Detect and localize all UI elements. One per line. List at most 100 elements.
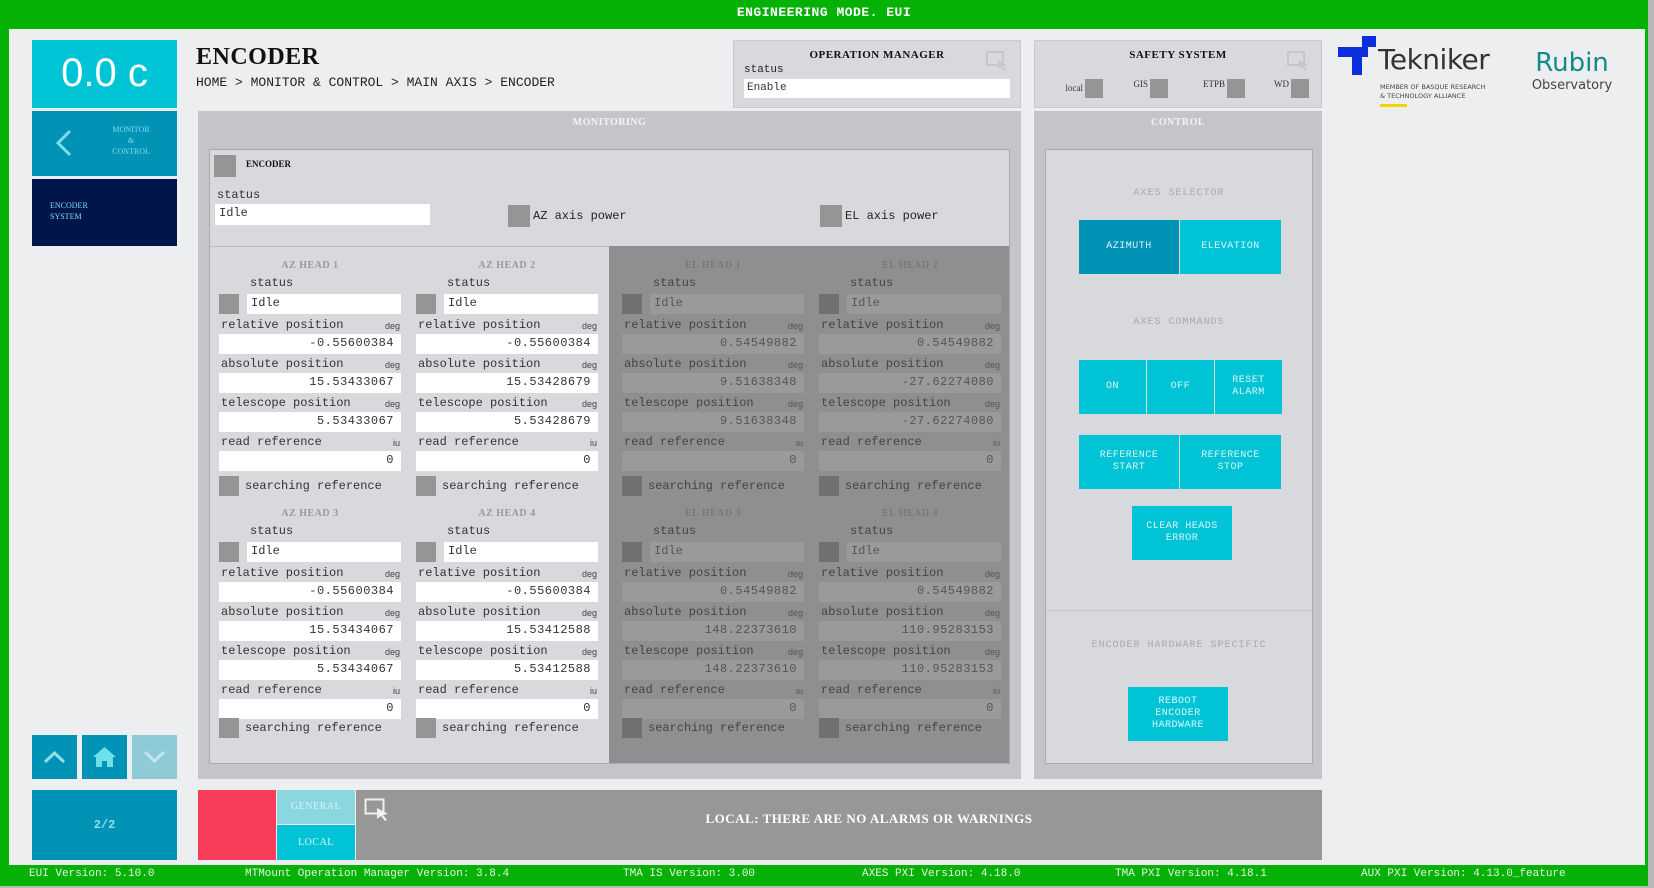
clear-heads-error-label-line: ERROR — [1165, 533, 1199, 544]
encoder-status-light — [214, 155, 236, 177]
reset-alarm-button[interactable]: RESET ALARM — [1215, 360, 1282, 414]
encoder-head-card: EL HEAD 3 status Idle relative position deg 0… — [622, 508, 804, 738]
reboot-encoder-hardware-button[interactable]: REBOOT ENCODER HARDWARE — [1128, 687, 1228, 741]
encoder-hardware-specific-label: ENCODER HARDWARE SPECIFIC — [1091, 640, 1267, 651]
alarm-tab-local[interactable]: LOCAL — [277, 825, 355, 860]
tekniker-wordmark: Tekniker — [1378, 43, 1490, 76]
head-field-value: 0 — [416, 451, 598, 471]
searching-reference-light — [622, 476, 642, 496]
reference-stop-label-line: REFERENCE — [1201, 450, 1260, 461]
head-field-label: absolute position — [821, 357, 944, 371]
home-button[interactable] — [82, 735, 127, 779]
reference-start-button[interactable]: REFERENCE START — [1079, 435, 1179, 489]
head-field-label: relative position — [624, 318, 747, 332]
head-field-value: 110.95283153 — [819, 660, 1001, 680]
head-status-value: Idle — [247, 542, 401, 562]
on-button[interactable]: ON — [1079, 360, 1146, 414]
axes-commands-label: AXES COMMANDS — [1133, 317, 1225, 328]
head-field-unit: deg — [984, 321, 1000, 331]
safety-system-title: SAFETY SYSTEM — [1129, 49, 1227, 61]
encoder-status-label: status — [217, 188, 261, 202]
off-button[interactable]: OFF — [1147, 360, 1214, 414]
head-field-value: -0.55600384 — [219, 582, 401, 602]
head-field-unit: deg — [984, 569, 1000, 579]
head-status-light — [219, 542, 239, 562]
encoder-head-card: AZ HEAD 1 status Idle relative position deg -… — [219, 260, 401, 496]
head-field-unit: deg — [787, 608, 803, 618]
temperature-display: 0.0 c — [32, 40, 177, 108]
head-field-unit: deg — [787, 399, 803, 409]
scroll-up-button[interactable] — [32, 735, 77, 779]
control-title: CONTROL — [1150, 117, 1206, 128]
searching-reference-light — [416, 718, 436, 738]
head-field-unit: deg — [787, 569, 803, 579]
safety-indicator-wd: WD — [1265, 79, 1309, 98]
head-field-unit: deg — [384, 321, 400, 331]
alarm-status-indicator[interactable] — [198, 790, 276, 860]
head-title: EL HEAD 3 — [684, 508, 742, 519]
opm-version: MTMount Operation Manager Version: 3.8.4 — [245, 868, 510, 880]
head-field-unit: deg — [581, 647, 597, 657]
head-field-unit: deg — [581, 360, 597, 370]
page-indicator-button[interactable]: 2/2 — [32, 790, 177, 860]
head-field-label: telescope position — [221, 644, 351, 658]
current-screen-encoder-system[interactable]: ENCODER SYSTEM — [32, 179, 177, 246]
tekniker-subtitle-line: MEMBER OF BASQUE RESEARCH — [1380, 83, 1486, 91]
axes-pxi-version: AXES PXI Version: 4.18.0 — [862, 868, 1021, 880]
scroll-down-button[interactable] — [132, 735, 177, 779]
head-field-label: telescope position — [624, 644, 754, 658]
back-to-monitor-control-button[interactable]: MONITOR & CONTROL — [32, 111, 177, 176]
reference-stop-button[interactable]: REFERENCE STOP — [1180, 435, 1281, 489]
alarm-tab-general[interactable]: GENERAL — [277, 790, 355, 824]
clear-heads-error-button[interactable]: CLEAR HEADS ERROR — [1132, 506, 1232, 560]
head-field-label: relative position — [418, 318, 541, 332]
rubin-observatory-logo: Rubin Observatory — [1517, 48, 1627, 108]
tma-pxi-version: TMA PXI Version: 4.18.1 — [1115, 868, 1267, 880]
azimuth-button[interactable]: AZIMUTH — [1079, 220, 1179, 274]
head-field-unit: deg — [384, 360, 400, 370]
operation-manager-panel: OPERATION MANAGER status Enable — [733, 40, 1021, 108]
alarm-message-area: LOCAL: THERE ARE NO ALARMS OR WARNINGS — [356, 790, 1322, 860]
head-field-value: 5.53434067 — [219, 660, 401, 680]
elevation-button[interactable]: ELEVATION — [1180, 220, 1281, 274]
head-field-value: -27.62274080 — [819, 412, 1001, 432]
head-status-label: status — [250, 276, 294, 290]
searching-reference-light — [219, 476, 239, 496]
head-field-unit: iu — [795, 686, 803, 696]
head-field-label: relative position — [624, 566, 747, 580]
searching-reference-label: searching reference — [245, 721, 382, 735]
eui-version: EUI Version: 5.10.0 — [29, 868, 155, 880]
safety-indicator-label: GIS — [1133, 79, 1148, 89]
head-field-label: relative position — [821, 318, 944, 332]
safety-system-panel: SAFETY SYSTEM local GIS ETPB WD — [1034, 40, 1322, 108]
head-field-label: relative position — [221, 566, 344, 580]
operation-manager-status-label: status — [744, 64, 784, 76]
reset-alarm-label-line: RESET — [1232, 375, 1265, 386]
head-title: AZ HEAD 3 — [281, 508, 339, 519]
az-axis-power-light — [508, 205, 530, 227]
axes-selector-label: AXES SELECTOR — [1133, 188, 1225, 199]
searching-reference-light — [416, 476, 436, 496]
safety-indicator-label: local — [1065, 83, 1084, 93]
searching-reference-light — [819, 718, 839, 738]
tekniker-subtitle-line: & TECHNOLOGY ALLIANCE — [1380, 92, 1466, 100]
window-title: ENGINEERING MODE. EUI — [736, 5, 912, 20]
az-axis-power-label: AZ axis power — [533, 209, 627, 223]
popout-window-icon[interactable] — [986, 51, 1008, 71]
clear-heads-error-label-line: CLEAR HEADS — [1146, 521, 1218, 532]
head-status-light — [416, 542, 436, 562]
head-field-value: 15.53428679 — [416, 373, 598, 393]
head-field-value: 0 — [219, 451, 401, 471]
head-status-value: Idle — [847, 294, 1001, 314]
head-field-value: 15.53433067 — [219, 373, 401, 393]
head-field-unit: deg — [984, 360, 1000, 370]
head-field-unit: deg — [384, 647, 400, 657]
reboot-label-line: HARDWARE — [1151, 720, 1204, 731]
chevron-down-icon — [143, 750, 166, 764]
safety-indicator-label: WD — [1274, 79, 1289, 89]
popout-window-icon[interactable] — [1287, 51, 1309, 71]
encoder-section-title: ENCODER — [246, 159, 292, 169]
head-field-unit: iu — [992, 686, 1000, 696]
reboot-label-line: REBOOT — [1158, 696, 1198, 707]
head-field-unit: deg — [384, 608, 400, 618]
